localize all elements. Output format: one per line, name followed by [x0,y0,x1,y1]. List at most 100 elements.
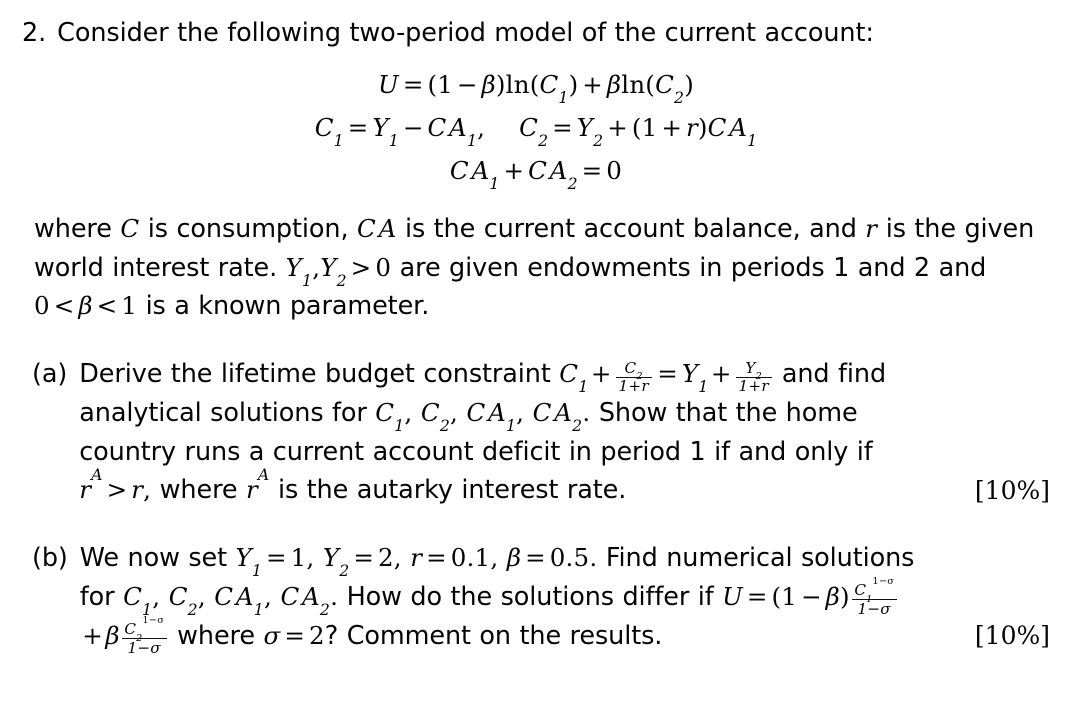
crra-beta-2: β [105,620,120,650]
equation-utility: U = (1− β)ln(C1) + βln(C2) [22,69,1050,106]
minus-sign: − [456,69,478,99]
param-Y1-sub: 1 [251,561,263,581]
autarky-superscript-A: A [91,465,103,485]
budget1-equals: = [347,112,369,142]
beta-lower-bound: 0 [34,291,50,321]
ca-constraint-CA2-sub: 2 [567,174,578,194]
lbc-frac1-num-var: C [624,358,637,377]
crra-frac1-numerator: C1 1−σ [852,576,897,604]
autarky-world-r: r [131,475,144,505]
utility-C1-subscript: 1 [558,88,569,108]
budget1-CA: C A [427,112,467,142]
lifetime-budget-constraint: C1+ C2 1+r = Y1+ Y2 1+r [559,358,773,395]
definitions-paragraph: where C is consumption, C A is the curre… [22,210,1050,326]
param-sep-3: , [490,543,499,572]
budget2-Y-sub: 2 [593,131,604,151]
param-eq-2: = [353,543,375,572]
autarky-greater-than: > [106,475,128,505]
symbol-Y2: Y [320,252,337,282]
param-Y2-value: 2 [378,543,394,572]
part-b-variable-list: C1, C2, C A1, C A2. [123,581,339,620]
budget1-minus: − [402,112,424,142]
param-eq-4: = [525,543,546,572]
symbol-Y1: Y [285,252,303,282]
question-part-a: (a) Derive the lifetime budget constrain… [22,355,1050,510]
autarky-comma: , [143,475,152,505]
param-sep-2: , [393,543,402,572]
exam-question-page: 2. Consider the following two-period mod… [0,0,1080,726]
param-r: r [410,543,423,572]
beta-upper-bound: 1 [121,291,138,321]
less-than-sign-1: < [53,291,75,321]
param-beta: β [506,543,522,572]
paren-close-2: ) [684,69,694,99]
greater-than-sign: > [350,252,372,282]
crra-equals: = [746,581,768,611]
crra-open-paren: (1 [771,581,798,611]
budget2-plus: + [607,112,628,142]
budget2-equals: = [552,112,573,142]
ca-constraint-CA1: C A [449,155,490,185]
utility-equals: = [402,69,424,99]
part-a-text-4: where [151,475,246,506]
paren-close-1: ) [568,69,579,99]
part-b-text-3: How do the solutions differ if [338,581,723,612]
where-text-segment-5: are given endowments in periods 1 and 2 … [391,252,987,283]
equation-ca-constraint: C A1 + C A2 = 0 [22,155,1050,192]
part-b-text-1: We now set [79,543,236,573]
budget2-inner-plus: + [661,112,683,142]
budget2-CA: C A [707,112,748,142]
param-r-value: 0.1 [450,543,491,572]
crra-minus: − [801,581,822,611]
part-a-variable-list: C1, C2, C A1, C A2. [375,397,591,436]
symbol-Y1-sub: 1 [302,270,313,290]
param-eq-3: = [426,543,447,572]
part-b-marks: [10%] [974,621,1050,651]
displayed-equations: U = (1− β)ln(C1) + βln(C2) C1 = Y1− C A1, C2 = Y2 +(… [22,69,1050,192]
less-than-sign-2: < [96,291,118,321]
lbc-frac1-denominator: 1+r [615,376,652,395]
lbc-frac2-denominator: 1+r [735,376,772,395]
utility-C2: C [655,69,675,99]
question-number: 2. [22,18,47,48]
param-sep-1: , [306,543,315,572]
part-a-text-1: Derive the lifetime budget constraint [79,359,560,389]
budget1-C-sub: 1 [333,131,344,151]
ca-constraint-CA1-sub: 1 [489,174,500,194]
param-beta-value: 0.5 [549,543,590,572]
lbc-frac2-num-var: Y [745,358,756,377]
crra-frac1-exponent: 1−σ [872,575,895,587]
budget2-open-paren: (1 [631,112,658,142]
autarky-r: r [79,475,92,505]
where-text-segment-2: is consumption, [139,213,357,244]
param-Y2: Y [322,543,340,572]
crra-close-paren: ) [840,581,850,611]
where-text-segment-6: is a known parameter. [137,291,430,322]
ca-constraint-plus: + [503,155,525,185]
crra-frac2-C2-sub: 2 [136,632,143,644]
lbc-frac2-numerator: Y2 [736,358,772,381]
zero-value: 0 [375,252,392,282]
symbol-CA: C A [356,213,397,243]
utility-C1: C [539,69,559,99]
budget1-comma: , [477,112,486,142]
sigma-value: 2 [308,620,325,650]
part-b-body: We now set Y1 = 1, Y2 = 2, r = 0.1, β = 0.5. Fin… [79,539,1050,656]
crra-frac1-denominator: 1−σ [851,599,897,617]
lbc-frac2-num-sub: 2 [755,371,762,383]
budget2-C-sub: 2 [538,131,549,151]
lbc-C1: C [559,359,579,388]
part-b-text-4: where [168,620,264,651]
symbol-r: r [865,213,878,243]
ca-constraint-CA2: C A [528,155,568,185]
question-part-b: (b) We now set Y1 = 1, Y2 = 2, r = 0.1, β = 0.5.… [22,539,1050,656]
utility-open-paren-one: (1 [427,69,453,99]
param-eq-1: = [265,543,287,572]
parameter-values: Y1 = 1, Y2 = 2, r = 0.1, β = 0.5. [235,543,598,579]
param-Y1: Y [235,543,252,572]
budget2-Y: Y [576,112,594,142]
crra-fraction-2: C21−σ 1−σ [121,615,167,656]
ca-constraint-zero: 0 [606,155,623,185]
crra-frac2-exponent: 1−σ [142,614,165,626]
crra-frac1-C1: C [854,581,867,600]
